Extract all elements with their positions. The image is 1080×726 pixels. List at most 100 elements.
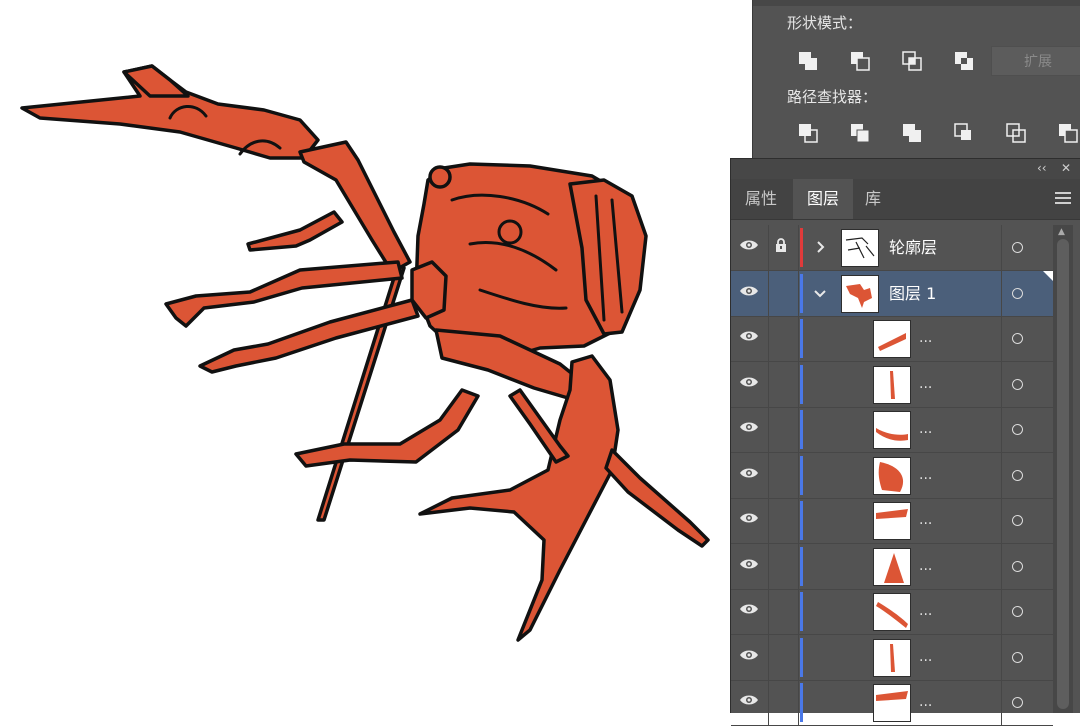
lock-toggle[interactable] xyxy=(775,419,793,439)
tab-libraries[interactable]: 库 xyxy=(851,179,895,219)
lock-toggle[interactable] xyxy=(775,647,793,667)
unite-button[interactable] xyxy=(793,46,845,74)
layer-sublayer-row[interactable]: ... xyxy=(731,498,1053,544)
intersect-button[interactable] xyxy=(897,46,949,74)
outline-button[interactable] xyxy=(1001,118,1053,146)
visibility-eye-icon[interactable] xyxy=(739,419,769,441)
visibility-eye-icon[interactable] xyxy=(739,556,769,578)
row-divider xyxy=(798,452,799,498)
lock-icon[interactable] xyxy=(775,237,793,257)
scroll-up-arrow-icon[interactable]: ▲ xyxy=(1058,227,1065,237)
row-divider xyxy=(1001,225,1002,270)
minus-back-button[interactable] xyxy=(1053,118,1080,146)
target-circle-icon[interactable] xyxy=(1012,515,1023,526)
row-divider xyxy=(798,634,799,680)
row-divider xyxy=(1001,361,1002,407)
lock-toggle[interactable] xyxy=(775,465,793,485)
scrollbar-thumb[interactable] xyxy=(1057,239,1069,709)
layer-sublayer-row[interactable]: ... xyxy=(731,634,1053,681)
layers-panel-header: ‹‹ ✕ xyxy=(731,159,1080,179)
target-circle-icon[interactable] xyxy=(1012,424,1023,435)
target-circle-icon[interactable] xyxy=(1012,651,1023,663)
layer-sublayer-row[interactable]: ... xyxy=(731,361,1053,408)
layer-thumbnail xyxy=(873,638,911,677)
leg-3 xyxy=(198,298,420,374)
visibility-eye-icon[interactable] xyxy=(739,510,769,532)
layer-name: 图层 1 xyxy=(889,283,937,303)
row-divider xyxy=(798,361,799,407)
visibility-eye-icon[interactable] xyxy=(739,465,769,487)
panel-menu-icon[interactable] xyxy=(1055,189,1071,204)
intersect-icon xyxy=(902,51,922,71)
upper-claw-pincer xyxy=(122,64,190,98)
row-divider xyxy=(768,225,769,270)
lock-toggle[interactable] xyxy=(775,692,793,712)
chevron-down-icon[interactable] xyxy=(813,283,829,303)
chevron-right-icon[interactable] xyxy=(813,237,829,257)
layer-sublayer-row[interactable]: ... xyxy=(731,680,1053,726)
target-circle-icon[interactable] xyxy=(1012,378,1023,390)
target-circle-icon[interactable] xyxy=(1012,469,1023,481)
row-divider xyxy=(768,452,769,498)
visibility-eye-icon[interactable] xyxy=(739,237,769,259)
expand-button[interactable]: 扩展 xyxy=(991,46,1080,76)
visibility-eye-icon[interactable] xyxy=(739,601,769,623)
row-divider xyxy=(1001,634,1002,680)
row-divider xyxy=(1001,543,1002,589)
tab-layers[interactable]: 图层 xyxy=(793,179,854,219)
row-divider xyxy=(768,589,769,634)
close-panel-button[interactable]: ✕ xyxy=(1061,161,1071,175)
leg-4 xyxy=(294,388,480,468)
row-divider xyxy=(1001,452,1002,498)
layer-name: ... xyxy=(919,648,933,665)
visibility-eye-icon[interactable] xyxy=(739,647,769,669)
layer-color-bar xyxy=(800,273,803,313)
layer-sublayer-row[interactable]: ... xyxy=(731,316,1053,362)
visibility-eye-icon[interactable] xyxy=(739,692,769,714)
layers-scrollbar[interactable]: ▲ xyxy=(1053,225,1073,713)
visibility-eye-icon[interactable] xyxy=(739,374,769,396)
lock-toggle[interactable] xyxy=(775,601,793,621)
target-circle-icon[interactable] xyxy=(1012,697,1023,708)
layer-thumbnail xyxy=(841,274,879,313)
target-circle-icon[interactable] xyxy=(1012,242,1023,253)
layer-row[interactable]: 轮廓层 xyxy=(731,225,1053,271)
layer-sublayer-row[interactable]: ... xyxy=(731,452,1053,499)
merge-icon xyxy=(903,124,921,142)
crayfish-illustration[interactable] xyxy=(20,64,710,642)
target-circle-icon[interactable] xyxy=(1012,606,1023,617)
layer-thumbnail xyxy=(873,684,911,722)
trim-button[interactable] xyxy=(845,118,897,146)
selection-corner-mark xyxy=(1043,271,1053,281)
lock-toggle[interactable] xyxy=(775,556,793,576)
target-circle-icon[interactable] xyxy=(1012,287,1023,299)
lock-toggle[interactable] xyxy=(775,374,793,394)
layer-row[interactable]: 图层 1 xyxy=(731,270,1053,317)
merge-button[interactable] xyxy=(897,118,949,146)
layer-name: 轮廓层 xyxy=(889,238,938,257)
visibility-eye-icon[interactable] xyxy=(739,328,769,350)
lock-toggle[interactable] xyxy=(775,328,793,348)
layer-name: ... xyxy=(919,466,933,483)
tab-properties[interactable]: 属性 xyxy=(731,179,791,219)
row-divider xyxy=(798,316,799,361)
target-circle-icon[interactable] xyxy=(1012,333,1023,344)
collapse-panel-button[interactable]: ‹‹ xyxy=(1037,161,1047,175)
target-circle-icon[interactable] xyxy=(1012,560,1023,572)
layer-color-bar xyxy=(800,364,803,404)
lock-toggle[interactable] xyxy=(775,510,793,530)
layer-sublayer-row[interactable]: ... xyxy=(731,543,1053,590)
lock-toggle[interactable] xyxy=(775,283,793,303)
layer-sublayer-row[interactable]: ... xyxy=(731,589,1053,635)
crop-button[interactable] xyxy=(949,118,1001,146)
divide-button[interactable] xyxy=(793,118,845,146)
layer-sublayer-row[interactable]: ... xyxy=(731,407,1053,453)
leg-5 xyxy=(604,448,710,548)
layer-color-bar xyxy=(800,683,803,722)
upper-arm xyxy=(298,140,412,274)
visibility-eye-icon[interactable] xyxy=(739,283,769,305)
row-divider xyxy=(798,407,799,452)
layer-name: ... xyxy=(919,375,933,392)
minus-front-button[interactable] xyxy=(845,46,897,74)
layer-color-bar xyxy=(800,501,803,540)
